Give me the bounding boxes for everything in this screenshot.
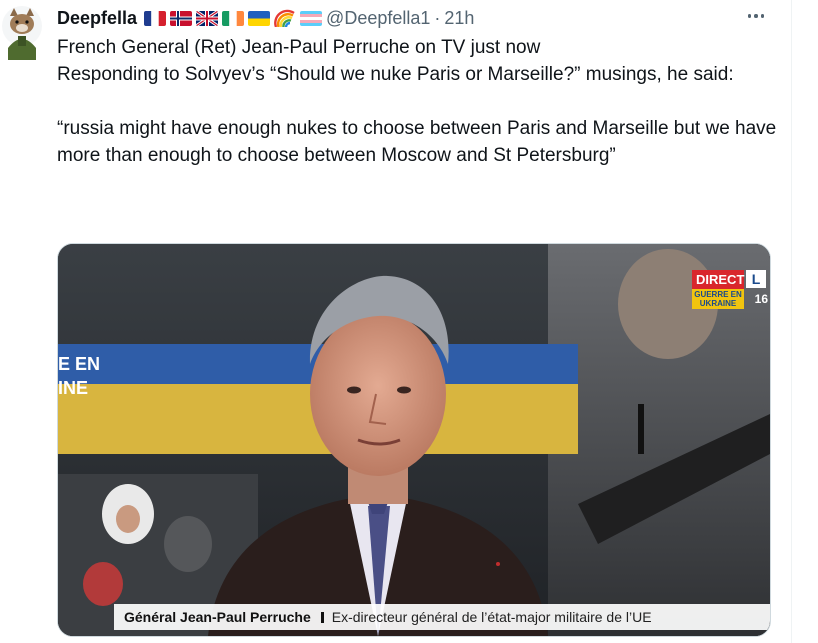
tweet-quote: “russia might have enough nukes to choos… [57,118,777,166]
live-badge: DIRECT GUERRE EN UKRAINE [692,270,744,309]
channel-logo: L [746,270,766,288]
separator-dot: · [434,7,441,28]
avatar-image [2,6,42,60]
tweet-header: Deepfella @Deepfella1 · 21h [57,6,778,30]
tweet-text-line-2: Responding to Solvyev’s “Should we nuke … [57,64,734,85]
caption-name: Général Jean-Paul Perruche [124,609,311,625]
norway-flag-icon [170,10,193,26]
caption-bar: Général Jean-Paul Perruche Ex-directeur … [114,604,770,630]
bg-text-2: INE [58,378,88,398]
timestamp[interactable]: 21h [444,8,474,29]
ireland-flag-icon [222,10,245,26]
ukraine-flag-icon [248,10,271,26]
caption-separator [320,611,324,623]
avatar[interactable] [0,4,44,60]
broadcast-time: 16 [754,292,768,306]
caption-description: Ex-directeur général de l’état-major mil… [331,609,652,625]
tv-still-image: E EN INE [58,244,770,636]
uk-flag-icon [196,10,219,26]
author-handle[interactable]: @Deepfella1 [326,8,430,29]
tweet-media-image[interactable]: E EN INE DIRECT GUERRE EN UKRAINE L 16 G… [57,243,771,637]
more-options-icon[interactable] [744,4,768,28]
direct-label: DIRECT [692,270,744,289]
trans-flag-icon [300,10,323,26]
rainbow-icon [274,9,295,27]
war-in-ukraine-label: GUERRE EN UKRAINE [692,289,744,309]
bg-text-1: E EN [58,354,100,374]
tweet-text-line-1: French General (Ret) Jean-Paul Perruche … [57,37,541,58]
column-divider [791,0,792,643]
author-name[interactable]: Deepfella [57,8,137,29]
tweet-text: French General (Ret) Jean-Paul Perruche … [57,34,782,169]
flag-list [144,9,323,27]
france-flag-icon [144,10,167,26]
